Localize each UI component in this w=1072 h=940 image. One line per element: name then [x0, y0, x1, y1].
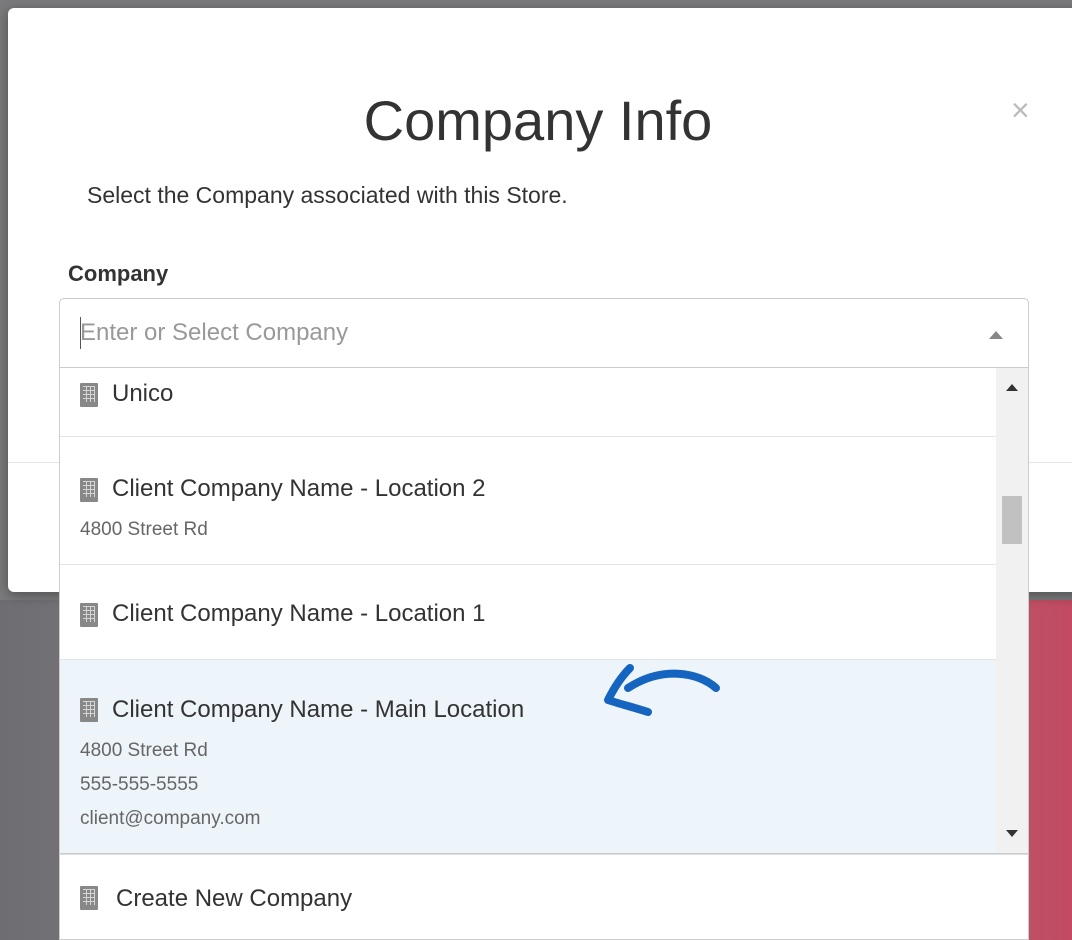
company-field-label: Company — [68, 261, 169, 286]
option-phone: 555-555-5555 — [80, 774, 199, 795]
caret-up-icon[interactable] — [989, 331, 1003, 339]
building-icon — [80, 383, 98, 407]
option-address: 4800 Street Rd — [80, 519, 208, 540]
annotation-arrow-icon — [604, 664, 720, 716]
close-icon[interactable]: × — [1011, 94, 1030, 126]
option-email: client@company.com — [80, 808, 261, 829]
option-title: Client Company Name - Location 1 — [112, 600, 486, 627]
company-dropdown-list[interactable]: Unico Client Company Name - Location 2 4… — [59, 368, 1029, 854]
option-location-1[interactable]: Client Company Name - Location 1 — [60, 565, 996, 660]
option-location-2[interactable]: Client Company Name - Location 2 4800 St… — [60, 437, 996, 565]
building-icon — [80, 886, 98, 910]
scrollbar-thumb[interactable] — [1002, 496, 1022, 544]
option-main-location[interactable]: Client Company Name - Main Location 4800… — [60, 660, 996, 853]
company-combobox[interactable] — [59, 298, 1029, 368]
building-icon — [80, 603, 98, 627]
scroll-up-arrow-icon[interactable] — [1006, 384, 1018, 391]
option-title: Unico — [112, 380, 174, 407]
option-title: Client Company Name - Main Location — [112, 696, 525, 723]
company-search-input[interactable] — [80, 309, 940, 357]
modal-description: Select the Company associated with this … — [87, 182, 568, 208]
building-icon — [80, 478, 98, 502]
text-cursor — [80, 317, 81, 349]
scroll-down-arrow-icon[interactable] — [1006, 830, 1018, 837]
option-title: Client Company Name - Location 2 — [112, 475, 486, 502]
option-unico[interactable]: Unico — [60, 368, 996, 437]
create-new-company-label: Create New Company — [116, 885, 353, 912]
modal-title: Company Info — [363, 89, 713, 152]
building-icon — [80, 698, 98, 722]
option-address: 4800 Street Rd — [80, 740, 208, 761]
screen: Company Info × Select the Company associ… — [0, 0, 1072, 940]
create-new-company-button[interactable]: Create New Company — [59, 854, 1029, 940]
dropdown-scrollbar[interactable] — [996, 368, 1028, 853]
